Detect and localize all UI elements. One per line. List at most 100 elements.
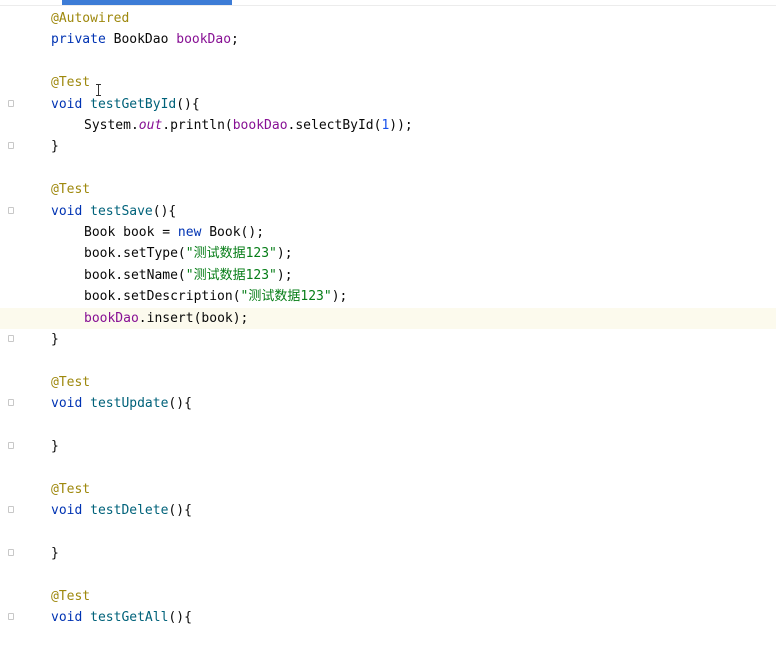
code-text: void testUpdate(){ — [51, 393, 192, 414]
code-token: ); — [331, 289, 348, 305]
code-line[interactable]: void testGetById(){ — [0, 94, 776, 115]
fold-marker-icon[interactable] — [8, 442, 14, 449]
fold-marker-icon[interactable] — [8, 506, 14, 514]
code-text: bookDao.insert(book); — [84, 308, 248, 329]
code-token: @Test — [51, 374, 91, 390]
code-line[interactable] — [0, 522, 776, 543]
code-text: Book book = new Book(); — [84, 222, 264, 243]
code-token: book.setType( — [84, 246, 186, 262]
fold-marker-icon[interactable] — [8, 399, 14, 407]
text-cursor-icon — [96, 84, 101, 96]
code-token: book.setName( — [84, 267, 186, 283]
code-text: System.out.println(bookDao.selectById(1)… — [84, 115, 413, 136]
code-token: } — [51, 546, 59, 561]
code-token: void — [51, 396, 91, 412]
code-line[interactable]: @Test — [0, 72, 776, 93]
code-text: @Test — [51, 372, 90, 393]
code-token: (){ — [152, 203, 177, 219]
code-line[interactable]: void testDelete(){ — [0, 500, 776, 521]
code-token: @Test — [51, 182, 91, 198]
code-token: testDelete — [90, 503, 169, 519]
code-line[interactable]: book.setType("测试数据123"); — [0, 243, 776, 264]
code-text: @Test — [51, 72, 90, 93]
code-line[interactable]: Book book = new Book(); — [0, 222, 776, 243]
code-line[interactable] — [0, 415, 776, 436]
code-token: book.setDescription( — [84, 289, 241, 305]
code-line[interactable]: } — [0, 436, 776, 457]
code-token: bookDao — [232, 118, 288, 133]
code-token: testUpdate — [90, 396, 169, 412]
code-token: void — [51, 610, 91, 626]
code-token: @Test — [51, 481, 91, 497]
code-line[interactable]: @Test — [0, 179, 776, 200]
code-token: bookDao — [176, 32, 232, 48]
code-text: @Autowired — [51, 8, 129, 29]
code-token: testGetAll — [90, 610, 169, 626]
code-line[interactable] — [0, 158, 776, 179]
code-line[interactable]: void testSave(){ — [0, 201, 776, 222]
code-token: out — [138, 118, 163, 133]
code-token: void — [51, 203, 91, 219]
editor-top-border — [0, 5, 776, 6]
code-token: bookDao — [84, 310, 139, 326]
code-line[interactable] — [0, 457, 776, 478]
code-token: testGetById — [90, 96, 177, 112]
code-token: void — [51, 503, 91, 519]
fold-marker-icon[interactable] — [8, 206, 14, 214]
code-text: @Test — [51, 479, 90, 500]
code-text: @Test — [51, 179, 90, 200]
code-text: void testSave(){ — [51, 201, 176, 222]
code-line[interactable]: @Test — [0, 586, 776, 607]
fold-marker-icon[interactable] — [8, 99, 14, 107]
code-token: Book(); — [209, 225, 265, 240]
code-line[interactable]: } — [0, 136, 776, 157]
code-line[interactable]: System.out.println(bookDao.selectById(1)… — [0, 115, 776, 136]
fold-marker-icon[interactable] — [8, 613, 14, 621]
fold-marker-icon[interactable] — [8, 142, 14, 150]
code-token: "测试数据123" — [185, 246, 277, 262]
code-line[interactable]: @Autowired — [0, 8, 776, 29]
code-token: System. — [84, 118, 139, 133]
code-token: "测试数据123" — [185, 267, 277, 283]
code-token: BookDao — [113, 32, 177, 48]
code-token: } — [51, 332, 59, 347]
code-token: private — [51, 32, 114, 48]
code-token: .selectById( — [287, 118, 382, 133]
code-line[interactable]: void testGetAll(){ — [0, 607, 776, 628]
code-line[interactable]: @Test — [0, 372, 776, 393]
fold-marker-icon[interactable] — [8, 335, 14, 342]
code-token: )); — [389, 118, 413, 133]
code-token: } — [51, 439, 59, 454]
code-text: void testGetById(){ — [51, 94, 200, 115]
code-text: @Test — [51, 586, 90, 607]
code-line[interactable]: bookDao.insert(book); — [0, 307, 776, 329]
code-line[interactable]: book.setDescription("测试数据123"); — [0, 286, 776, 307]
code-line[interactable] — [0, 564, 776, 585]
code-token: ; — [231, 32, 239, 48]
code-text: book.setDescription("测试数据123"); — [84, 286, 347, 307]
code-token: (){ — [168, 503, 192, 519]
code-token: @Test — [51, 75, 91, 91]
code-editor[interactable]: @Autowired private BookDao bookDao; @Test v… — [0, 0, 776, 654]
code-token: (){ — [168, 610, 192, 626]
code-text: } — [51, 136, 59, 157]
code-line[interactable]: void testUpdate(){ — [0, 393, 776, 414]
code-text: void testDelete(){ — [51, 500, 192, 521]
code-token: Book book = — [84, 225, 178, 240]
code-token: testSave — [90, 203, 153, 219]
code-text: } — [51, 436, 59, 457]
code-text: book.setType("测试数据123"); — [84, 243, 293, 264]
code-token: @Autowired — [51, 11, 130, 26]
fold-marker-icon[interactable] — [8, 549, 14, 556]
code-line[interactable]: } — [0, 543, 776, 564]
code-text: book.setName("测试数据123"); — [84, 265, 293, 286]
code-token: @Test — [51, 588, 91, 604]
code-line[interactable]: private BookDao bookDao; — [0, 29, 776, 50]
code-line[interactable]: book.setName("测试数据123"); — [0, 265, 776, 286]
code-token: .println( — [162, 118, 233, 133]
code-line[interactable]: } — [0, 329, 776, 350]
code-line[interactable] — [0, 350, 776, 371]
code-line[interactable] — [0, 51, 776, 72]
code-token: (){ — [168, 396, 192, 412]
code-line[interactable]: @Test — [0, 479, 776, 500]
